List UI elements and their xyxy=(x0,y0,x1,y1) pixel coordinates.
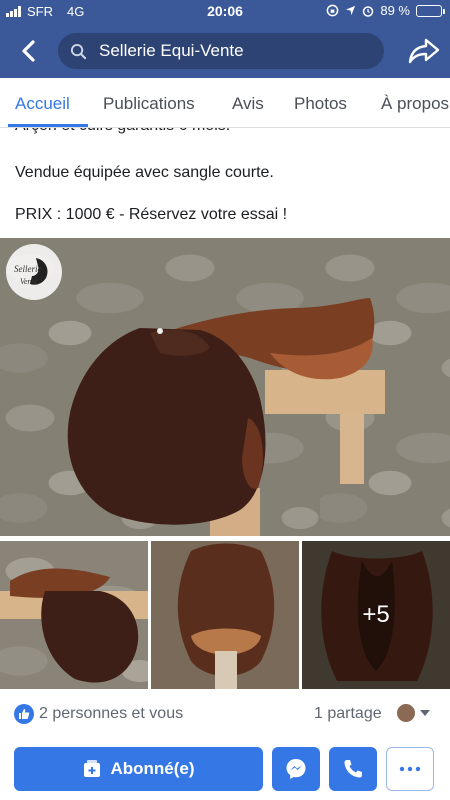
reaction-count-text[interactable]: 2 personnes et vous xyxy=(39,705,183,723)
post-text-line-1: Vendue équipée avec sangle courte. xyxy=(15,164,274,181)
caret-down-icon[interactable] xyxy=(420,710,430,716)
like-reaction-icon[interactable] xyxy=(14,704,34,724)
back-button[interactable] xyxy=(14,36,44,66)
phone-icon xyxy=(344,760,362,778)
thumbs-up-icon xyxy=(19,709,30,719)
battery-percent: 89 % xyxy=(380,3,410,18)
search-icon xyxy=(70,43,87,59)
following-icon xyxy=(84,760,101,777)
subscribed-label: Abonné(e) xyxy=(110,759,195,778)
messenger-button[interactable] xyxy=(272,747,320,791)
post-thumb-2[interactable] xyxy=(151,541,299,689)
watermark-logo: Sellerie Vente xyxy=(6,244,62,300)
saddle-top-thumb xyxy=(151,541,299,689)
rotation-lock-icon xyxy=(327,4,339,17)
alarm-icon xyxy=(363,5,374,17)
saddle-illustration xyxy=(0,238,450,536)
post-thumb-3[interactable]: +5 xyxy=(302,541,450,689)
call-button[interactable] xyxy=(329,747,377,791)
page-header: Sellerie Equi-Vente xyxy=(0,24,450,78)
post-main-photo[interactable]: Sellerie Vente xyxy=(0,238,450,536)
share-arrow-icon xyxy=(408,38,440,64)
chevron-left-icon xyxy=(22,40,35,62)
page-tabs: Accueil Publications Avis Photos À propo… xyxy=(0,78,450,128)
tab-photos[interactable]: Photos xyxy=(294,94,347,114)
subscribed-button[interactable]: Abonné(e) xyxy=(14,747,263,791)
messenger-icon xyxy=(286,759,306,779)
tab-publications[interactable]: Publications xyxy=(103,94,195,114)
search-query-text: Sellerie Equi-Vente xyxy=(99,41,244,60)
more-photos-overlay[interactable]: +5 xyxy=(302,541,450,689)
tab-accueil[interactable]: Accueil xyxy=(15,94,70,114)
tab-avis[interactable]: Avis xyxy=(232,94,264,114)
status-bar: SFR 4G 20:06 89 % xyxy=(0,0,450,24)
page-actions: Abonné(e) xyxy=(0,745,450,793)
post-text-line-2: PRIX : 1000 € - Réservez votre essai ! xyxy=(15,206,288,223)
active-tab-indicator xyxy=(8,124,88,127)
share-count-text[interactable]: 1 partage xyxy=(314,705,382,723)
saddle-side-thumb xyxy=(0,568,148,683)
svg-text:Sellerie: Sellerie xyxy=(14,264,42,274)
svg-text:Vente: Vente xyxy=(20,277,38,286)
more-button[interactable] xyxy=(386,747,434,791)
tab-a-propos[interactable]: À propos xyxy=(381,94,449,114)
status-right: 89 % xyxy=(326,3,445,18)
battery-icon xyxy=(416,4,445,17)
reactions-bar: 2 personnes et vous 1 partage xyxy=(0,700,450,730)
post-thumb-1[interactable] xyxy=(0,541,148,689)
search-input[interactable]: Sellerie Equi-Vente xyxy=(58,33,384,69)
avatar[interactable] xyxy=(396,703,416,723)
more-dots-icon xyxy=(399,766,421,772)
share-button[interactable] xyxy=(406,34,442,68)
location-icon xyxy=(346,5,356,16)
